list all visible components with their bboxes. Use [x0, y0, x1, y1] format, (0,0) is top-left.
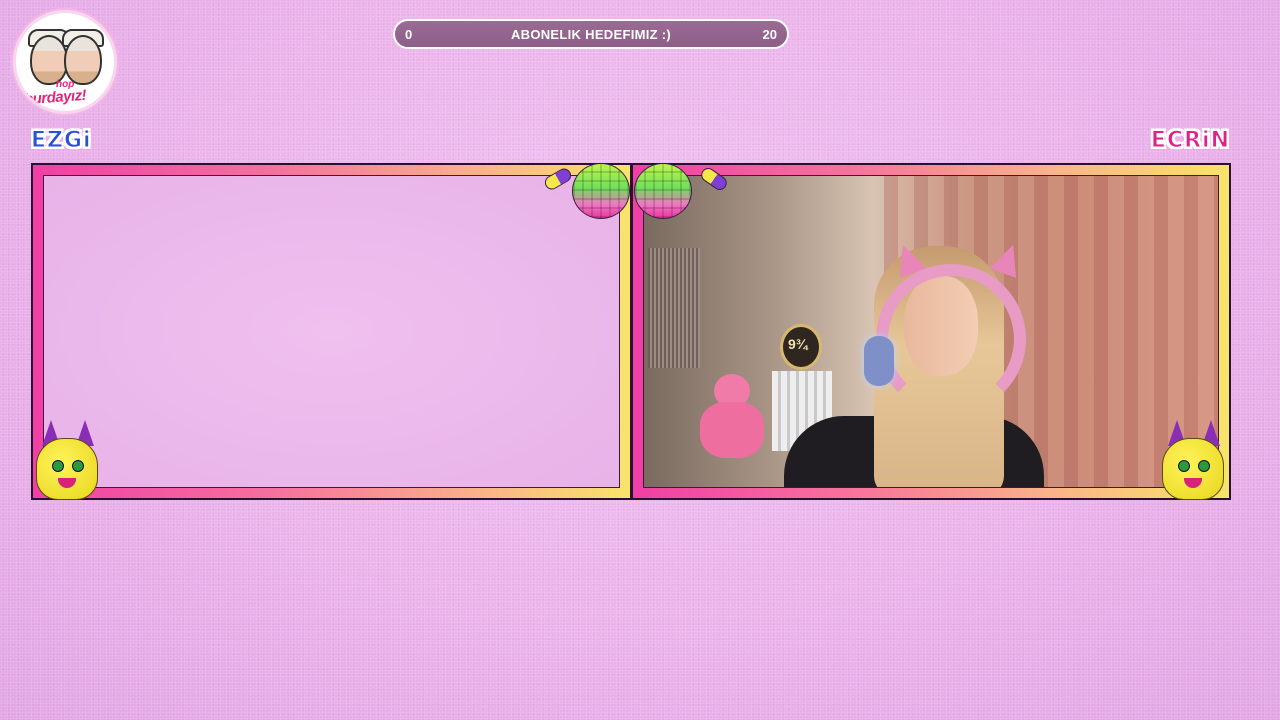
mascot-eye [1198, 460, 1210, 472]
logo-face-right [64, 35, 102, 85]
headphone-cup [864, 336, 894, 386]
disco-ball-icon [572, 163, 630, 219]
wall-hanging [648, 248, 700, 368]
mascot-head [36, 438, 98, 500]
webcam-feed [643, 175, 1219, 488]
camera-frame-right [631, 163, 1231, 500]
subscriber-goal-bar: 0 ABONELIK HEDEFIMIZ :) 20 [393, 19, 789, 49]
cat-headphones [876, 264, 1026, 414]
streamer-person [784, 216, 1044, 487]
camera-empty-slot [43, 175, 620, 488]
logo-text-main: burdayız! [23, 86, 87, 109]
yellow-cat-mascot-icon [1160, 420, 1226, 500]
mascot-eye [52, 460, 64, 472]
mascot-eye [1178, 460, 1190, 472]
goal-title: ABONELIK HEDEFIMIZ :) [510, 27, 672, 42]
plush-toy [692, 374, 772, 464]
channel-logo: hop burdayız! [13, 10, 117, 114]
goal-max: 20 [762, 27, 777, 42]
streamer-name-right: ECRiN [1150, 128, 1230, 154]
plush-body [700, 402, 764, 458]
disco-ball-icon [634, 163, 692, 219]
mascot-eye [72, 460, 84, 472]
streamer-name-left: EZGi [31, 128, 92, 154]
mascot-head [1162, 438, 1224, 500]
headphone-ear-right [989, 240, 1027, 278]
yellow-cat-mascot-icon [34, 420, 100, 500]
logo-face-left [30, 35, 68, 85]
camera-frame-left [31, 163, 632, 500]
